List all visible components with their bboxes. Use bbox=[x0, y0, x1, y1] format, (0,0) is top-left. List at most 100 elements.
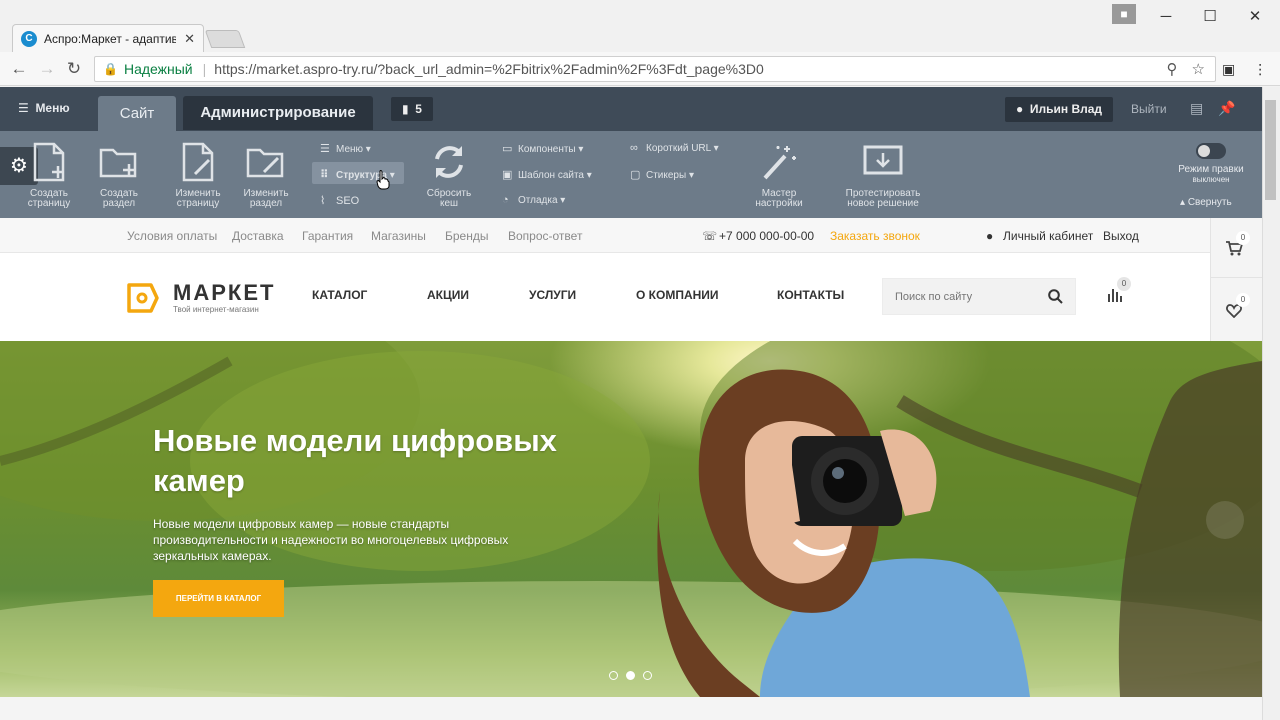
toggle-switch[interactable] bbox=[1196, 143, 1226, 159]
menu-item-label: Меню bbox=[336, 144, 364, 155]
nav-services[interactable]: УСЛУГИ bbox=[529, 288, 576, 302]
edit-section-button[interactable]: Изменить раздел bbox=[233, 139, 299, 209]
link-faq[interactable]: Вопрос-ответ bbox=[508, 229, 582, 243]
back-icon[interactable]: ← bbox=[8, 59, 30, 79]
hand-cursor-icon bbox=[376, 170, 390, 190]
site-template-dropdown[interactable]: ▣ Шаблон сайта ▾ bbox=[502, 168, 592, 181]
menu-item-label: Компоненты bbox=[518, 144, 576, 155]
edit-page-button[interactable]: Изменить страницу bbox=[165, 139, 231, 209]
search-input[interactable] bbox=[883, 279, 1043, 314]
tool-label: раздел bbox=[249, 198, 283, 209]
tab-administration[interactable]: Администрирование bbox=[183, 96, 373, 130]
tool-label: раздел bbox=[102, 198, 136, 209]
cart-button[interactable]: 0 bbox=[1211, 218, 1263, 278]
test-solution-button[interactable]: Протестировать новое решение bbox=[834, 139, 932, 209]
new-tab-button[interactable] bbox=[204, 30, 246, 48]
link-stores[interactable]: Магазины bbox=[371, 229, 426, 243]
link-brands[interactable]: Бренды bbox=[445, 229, 488, 243]
sticker-icon: ▢ bbox=[630, 169, 641, 181]
notifications-count: 5 bbox=[415, 102, 422, 116]
reload-icon[interactable]: ↻ bbox=[63, 59, 85, 79]
logo-tagline: Твой интернет-магазин bbox=[173, 305, 259, 314]
url-text[interactable]: https://market.aspro-try.ru/?back_url_ad… bbox=[214, 61, 764, 77]
settings-panel-icon[interactable]: ▤ bbox=[1190, 100, 1203, 117]
go-to-catalog-button[interactable]: ПЕРЕЙТИ В КАТАЛОГ bbox=[153, 580, 284, 617]
tab-site[interactable]: Сайт bbox=[98, 96, 176, 131]
create-page-button[interactable]: Создать страницу bbox=[16, 139, 82, 209]
minimize-button[interactable]: ─ bbox=[1154, 6, 1178, 28]
components-icon: ▭ bbox=[502, 143, 513, 155]
slider-dot-active[interactable] bbox=[626, 671, 635, 680]
link-warranty[interactable]: Гарантия bbox=[302, 229, 353, 243]
extension-icon[interactable]: ▣ bbox=[1222, 61, 1235, 78]
slider-next-arrow[interactable] bbox=[1206, 501, 1244, 539]
favorites-button[interactable]: 0 bbox=[1211, 280, 1263, 340]
slider-dot[interactable] bbox=[643, 671, 652, 680]
tab-close-icon[interactable]: ✕ bbox=[184, 31, 195, 47]
hero-banner: Новые модели цифровых камер Новые модели… bbox=[0, 341, 1262, 697]
menu-dropdown[interactable]: ☰ Меню ▾ bbox=[320, 142, 371, 155]
notifications-button[interactable]: ▮ 5 bbox=[391, 97, 433, 121]
chart-icon: ⌇ bbox=[320, 195, 326, 207]
nav-promotions[interactable]: АКЦИИ bbox=[427, 288, 469, 302]
admin-toolbar: ⚙ Создать страницу Создать раздел Измени… bbox=[0, 131, 1262, 218]
logout-link[interactable]: Выйти bbox=[1131, 102, 1167, 116]
logo-name[interactable]: МАРКЕТ bbox=[173, 280, 275, 306]
stickers-dropdown[interactable]: ▢ Стикеры ▾ bbox=[630, 168, 694, 181]
admin-menu-button[interactable]: ☰ Меню bbox=[18, 101, 70, 115]
short-url-dropdown[interactable]: ∞ Короткий URL ▾ bbox=[630, 142, 719, 154]
scrollbar-thumb[interactable] bbox=[1265, 100, 1276, 200]
bookmark-star-icon[interactable]: ☆ bbox=[1192, 60, 1205, 78]
phone-number[interactable]: +7 000 000-00-00 bbox=[719, 229, 814, 243]
site-search bbox=[882, 278, 1076, 315]
tool-label: настройки bbox=[755, 198, 803, 209]
clear-cache-button[interactable]: Сбросить кеш bbox=[416, 139, 482, 209]
slider-dot[interactable] bbox=[609, 671, 618, 680]
exit-link[interactable]: Выход bbox=[1103, 229, 1139, 243]
close-window-button[interactable]: ✕ bbox=[1243, 6, 1267, 28]
nav-about[interactable]: О КОМПАНИИ bbox=[636, 288, 719, 302]
search-icon[interactable] bbox=[1048, 289, 1063, 304]
user-button[interactable]: ● Ильин Влад bbox=[1005, 97, 1113, 122]
link-payment[interactable]: Условия оплаты bbox=[127, 229, 217, 243]
zoom-icon[interactable]: ⚲ bbox=[1167, 60, 1178, 78]
components-dropdown[interactable]: ▭ Компоненты ▾ bbox=[502, 142, 583, 155]
forward-icon[interactable]: → bbox=[36, 59, 58, 79]
hero-title: Новые модели цифровых камер bbox=[153, 423, 557, 498]
hero-description: Новые модели цифровых камер — новые стан… bbox=[153, 517, 509, 563]
pin-icon[interactable]: 📌 bbox=[1218, 100, 1235, 117]
user-icon: ● bbox=[1015, 102, 1024, 116]
logo-icon[interactable] bbox=[126, 282, 160, 314]
browser-menu-icon[interactable]: ⋮ bbox=[1253, 61, 1267, 78]
phone-icon: ☏ bbox=[702, 229, 718, 243]
create-section-button[interactable]: Создать раздел bbox=[86, 139, 152, 209]
site-header: МАРКЕТ Твой интернет-магазин КАТАЛОГ АКЦ… bbox=[0, 253, 1210, 341]
setup-wizard-button[interactable]: Мастер настройки bbox=[746, 139, 812, 209]
edit-mode-toggle[interactable]: Режим правки выключен bbox=[1176, 143, 1246, 185]
refresh-icon bbox=[416, 139, 482, 185]
magic-wand-icon bbox=[746, 139, 812, 185]
callback-link[interactable]: Заказать звонок bbox=[830, 229, 920, 243]
tool-label: новое решение bbox=[847, 198, 919, 209]
maximize-button[interactable]: ☐ bbox=[1198, 6, 1222, 28]
template-icon: ▣ bbox=[502, 169, 513, 181]
seo-button[interactable]: ⌇ SEO bbox=[320, 194, 359, 207]
debug-icon: ◔ bbox=[502, 194, 509, 206]
page-bottom bbox=[0, 697, 1262, 720]
debug-dropdown[interactable]: ◔ Отладка ▾ bbox=[502, 194, 565, 206]
menu-item-label: SEO bbox=[336, 195, 360, 207]
nav-catalog[interactable]: КАТАЛОГ bbox=[312, 288, 367, 302]
address-bar[interactable]: 🔒 Надежный | https://market.aspro-try.ru… bbox=[94, 56, 1216, 82]
admin-menu-label: Меню bbox=[35, 101, 70, 115]
browser-titlebar: C Аспро:Маркет - адаптив ✕ ■ ─ ☐ ✕ bbox=[0, 0, 1280, 52]
cart-badge: 0 bbox=[1236, 231, 1250, 245]
menu-item-label: Шаблон сайта bbox=[518, 170, 584, 181]
tool-label: страницу bbox=[176, 198, 220, 209]
browser-tab[interactable]: C Аспро:Маркет - адаптив ✕ bbox=[12, 24, 204, 52]
profile-icon[interactable]: ■ bbox=[1112, 4, 1136, 24]
hamburger-icon: ☰ bbox=[18, 101, 29, 115]
nav-contacts[interactable]: КОНТАКТЫ bbox=[777, 288, 844, 302]
link-delivery[interactable]: Доставка bbox=[232, 229, 284, 243]
collapse-toolbar-button[interactable]: ▴ Свернуть bbox=[1180, 197, 1232, 208]
account-link[interactable]: Личный кабинет bbox=[1003, 229, 1093, 243]
